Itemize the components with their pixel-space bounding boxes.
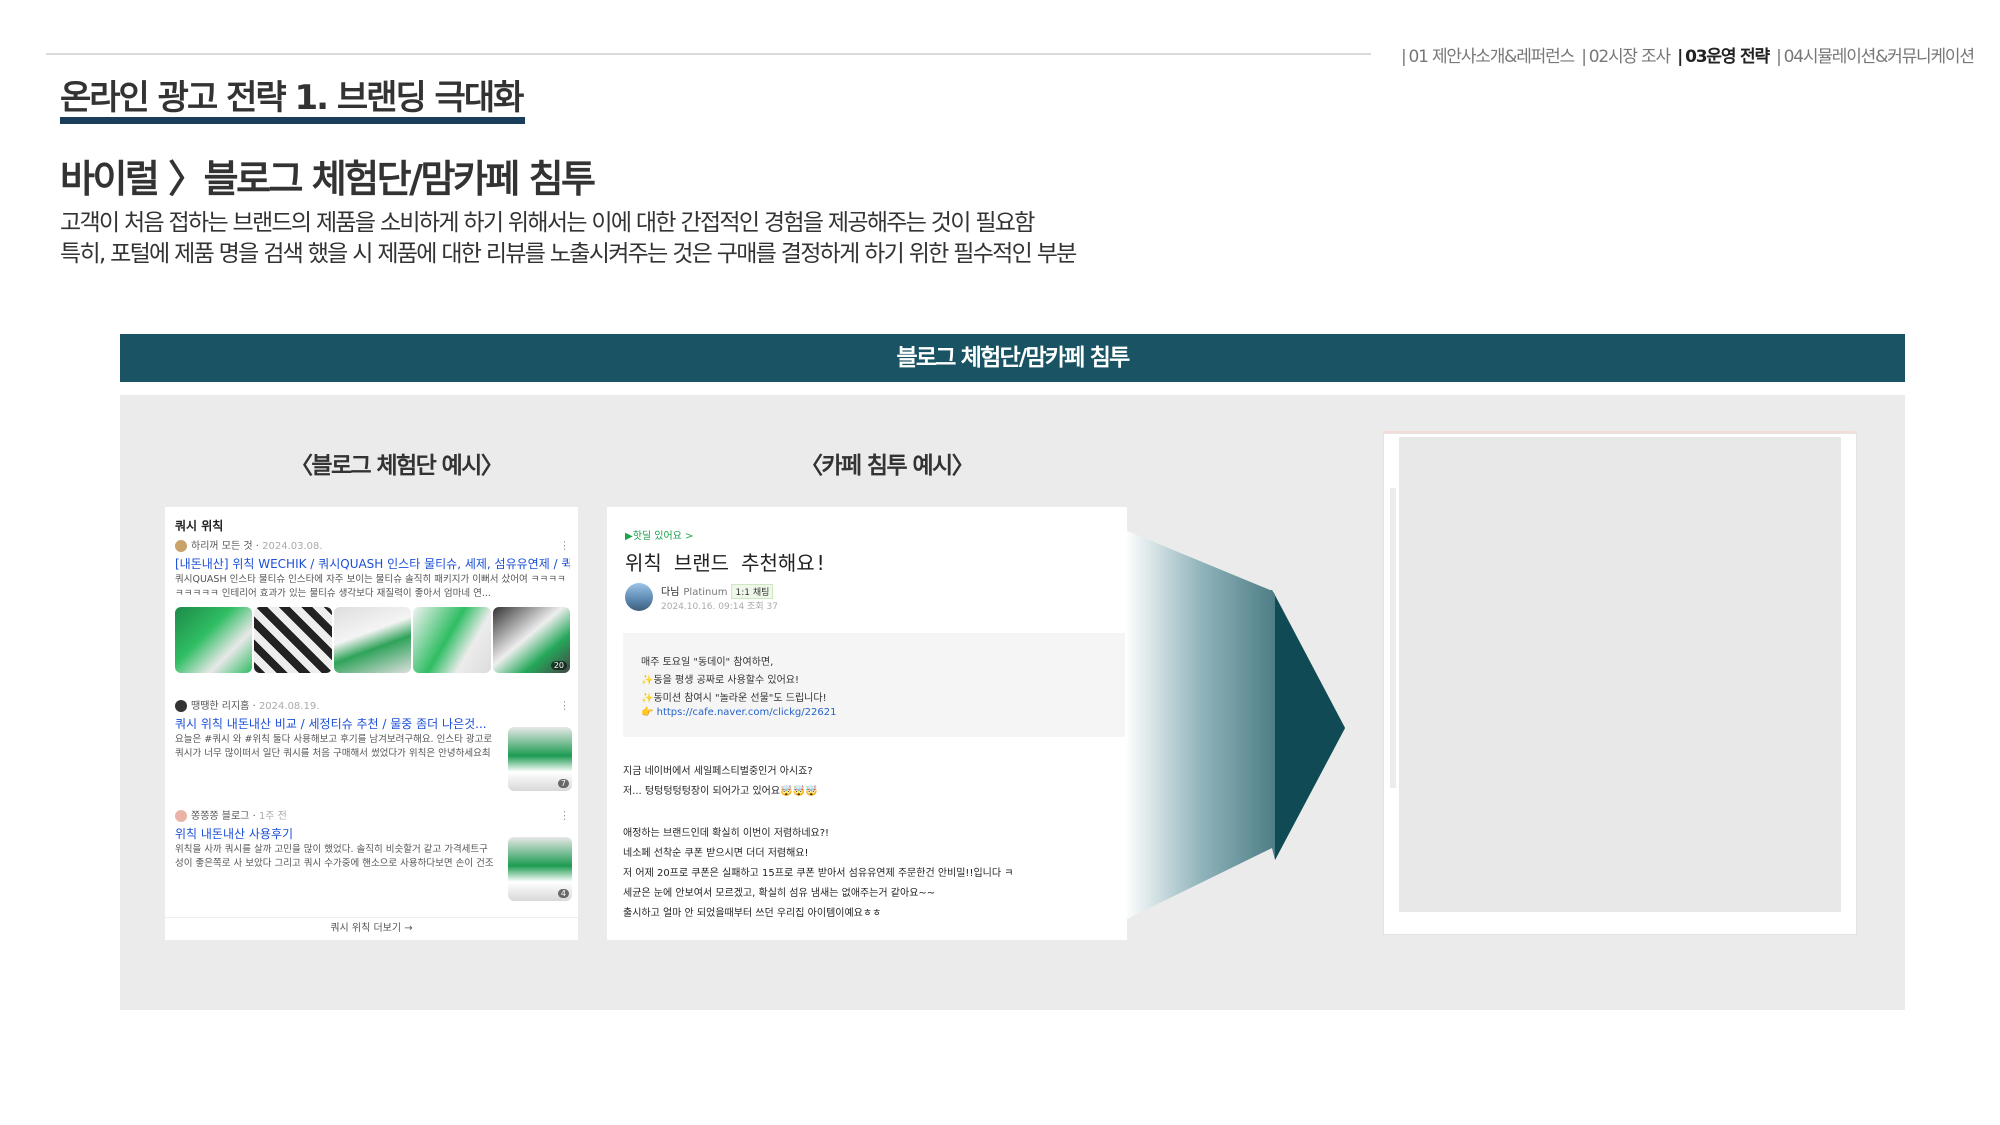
thumbnail-strip: 20 [175, 607, 571, 673]
nav-item-strategy[interactable]: 03운영 전략 [1685, 47, 1770, 67]
thumbnail-image[interactable] [254, 607, 332, 673]
nav-separator: | [1677, 47, 1683, 67]
body-line: 저... 텅텅텅텅텅장이 되어가고 있어요🤯🤯🤯 [623, 786, 818, 797]
blog-more-link[interactable]: 쿼시 위칙 더보기 → [165, 917, 578, 940]
page-headline: 바이럴 〉블로그 체험단/맘카페 침투 [60, 157, 596, 201]
cafe-post-date: 2024.10.16. 09:14 조회 37 [661, 602, 778, 612]
cafe-post-title: 위칙 브랜드 추천해요! [625, 551, 827, 575]
quote-line: 매주 토요일 "동데이" 참여하면, [641, 657, 774, 668]
section-nav: | 01 제안사소개&레퍼런스 | 02시장 조사 | 03운영 전략 | 04시뮬레이… [1398, 42, 1978, 67]
thumbnail-image[interactable]: 20 [492, 607, 571, 673]
cafe-board-link[interactable]: ▶핫딜 있어요 > [625, 527, 693, 542]
blog-caption: 〈블로그 체험단 예시〉 [290, 453, 504, 479]
section-title: 온라인 광고 전략 1. 브랜딩 극대화 [60, 78, 524, 118]
description-line-1: 고객이 처음 접하는 브랜드의 제품을 소비하게 하기 위해서는 이에 대한 간… [60, 210, 1035, 236]
post-snippet: 요늘은 #쿼시 와 #위칙 둘다 사용해보고 후기를 남겨보려구해요. 인스타 … [175, 734, 493, 759]
nav-separator: | [1776, 47, 1782, 67]
post-thumbnail[interactable]: 4 [508, 837, 572, 901]
more-options-icon[interactable]: ⋮ [559, 539, 570, 552]
body-line: 세균은 눈에 안보여서 모르겠고, 확실히 섬유 냄새는 없애주는거 같아요~~ [623, 888, 936, 899]
thumbnail-image[interactable] [413, 607, 491, 673]
band-label: 블로그 체험단/맘카페 침투 [896, 345, 1131, 371]
image-placeholder [1399, 437, 1841, 912]
image-edge-strip [1390, 488, 1396, 788]
post-author: 하리꺼 모든 것 [191, 541, 253, 552]
more-options-icon[interactable]: ⋮ [559, 809, 570, 822]
nav-item-simulation[interactable]: 04시뮬레이션&커뮤니케이션 [1784, 47, 1975, 67]
post-date: 2024.03.08. [262, 541, 323, 552]
list-item[interactable]: 하리꺼 모든 것 · 2024.03.08. ⋮ [내돈내산] 위칙 WECHI… [175, 539, 571, 673]
thumbnail-image[interactable] [175, 607, 253, 673]
section-band: 블로그 체험단/맘카페 침투 [120, 334, 1905, 382]
cafe-caption: 〈카페 침투 예시〉 [800, 453, 975, 479]
post-author: 쫑쫑쫑 블로그 [191, 811, 250, 822]
post-snippet: 위칙을 사까 쿼시를 살까 고민을 많이 했었다. 솔직히 비슷할거 같고 가격… [175, 844, 494, 869]
cafe-author-name-row: 다님 Platinum 1:1 채팅 [661, 583, 774, 599]
blog-example-card: 쿼시 위칙 하리꺼 모든 것 · 2024.03.08. ⋮ [내돈내산] 위칙… [165, 507, 578, 940]
description: 고객이 처음 접하는 브랜드의 제품을 소비하게 하기 위해서는 이에 대한 간… [60, 208, 1077, 270]
post-title[interactable]: 위칙 내돈내산 사용후기 [175, 825, 495, 843]
nav-item-market[interactable]: 02시장 조사 [1589, 47, 1671, 67]
avatar [175, 810, 187, 822]
blog-search-query: 쿼시 위칙 [175, 519, 224, 533]
post-title[interactable]: 쿼시 위칙 내돈내산 비교 / 세정티슈 추천 / 물중 좀더 나은것... [175, 715, 495, 733]
nav-separator: | [1581, 47, 1587, 67]
quote-link[interactable]: 👉 https://cafe.naver.com/clickg/22621 [641, 707, 836, 718]
post-date: 2024.08.19. [258, 701, 320, 712]
header-divider [46, 53, 1371, 55]
description-line-2: 특히, 포털에 제품 명을 검색 했을 시 제품에 대한 리뷰를 노출시켜주는 … [60, 241, 1077, 267]
more-options-icon[interactable]: ⋮ [559, 699, 570, 712]
body-line: 네소페 선착순 쿠폰 받으시면 더더 저렴해요! [623, 848, 809, 859]
cafe-quote-box: 매주 토요일 "동데이" 참여하면, ✨동을 평생 공짜로 사용할수 있어요! … [623, 633, 1127, 737]
post-meta: 쫑쫑쫑 블로그 · 1주 전 [175, 809, 570, 825]
thumbnail-count-badge: 4 [557, 889, 569, 898]
post-snippet: 쿼시QUASH 인스타 물티슈 인스타에 자주 보이는 물티슈 솔직히 패키지가… [175, 574, 566, 599]
cafe-author-name[interactable]: 다님 [661, 587, 679, 598]
post-meta: 하리꺼 모든 것 · 2024.03.08. [175, 539, 570, 555]
right-arrow-gradient-icon [1125, 530, 1345, 920]
body-line: 애정하는 브랜드인데 확실히 이번이 저렴하네요?! [623, 828, 830, 839]
thumbnail-count-badge: 7 [557, 779, 569, 788]
thumbnail-image[interactable] [333, 607, 412, 673]
post-author: 땡땡한 리지홈 [191, 701, 250, 712]
title-underline [60, 117, 525, 124]
chat-badge[interactable]: 1:1 채팅 [731, 584, 774, 599]
avatar [175, 540, 187, 552]
body-line: 지금 네이버에서 세일페스티벌중인거 아시죠? [623, 766, 813, 777]
post-title[interactable]: [내돈내산] 위칙 WECHIK / 쿼시QUASH 인스타 물티슈, 세제, … [175, 555, 570, 573]
body-line: 저 어제 20프로 쿠폰은 실패하고 15프로 쿠폰 받아서 섬유유연제 주문한… [623, 868, 1014, 879]
avatar [175, 700, 187, 712]
post-date: 1주 전 [258, 811, 287, 822]
thumbnail-count-badge: 20 [550, 661, 568, 670]
body-line: 출시하고 얼마 안 되었을때부터 쓰던 우리집 아이템이예요ㅎㅎ [623, 908, 882, 919]
quote-line: ✨동을 평생 공짜로 사용할수 있어요! [641, 675, 799, 686]
nav-separator: | [1401, 47, 1407, 67]
cafe-author-grade: Platinum [683, 587, 728, 598]
cafe-author-row: 다님 Platinum 1:1 채팅 2024.10.16. 09:14 조회 37 [625, 583, 1105, 613]
nav-item-intro[interactable]: 01 제안사소개&레퍼런스 [1409, 47, 1576, 67]
post-thumbnail[interactable]: 7 [508, 727, 572, 791]
cafe-example-card: ▶핫딜 있어요 > 위칙 브랜드 추천해요! 다님 Platinum 1:1 채팅 … [607, 507, 1127, 940]
quote-line: ✨동미션 참여시 "놀라운 선물"도 드립니다! [641, 693, 827, 704]
post-meta: 땡땡한 리지홈 · 2024.08.19. [175, 699, 570, 715]
avatar[interactable] [625, 583, 653, 611]
